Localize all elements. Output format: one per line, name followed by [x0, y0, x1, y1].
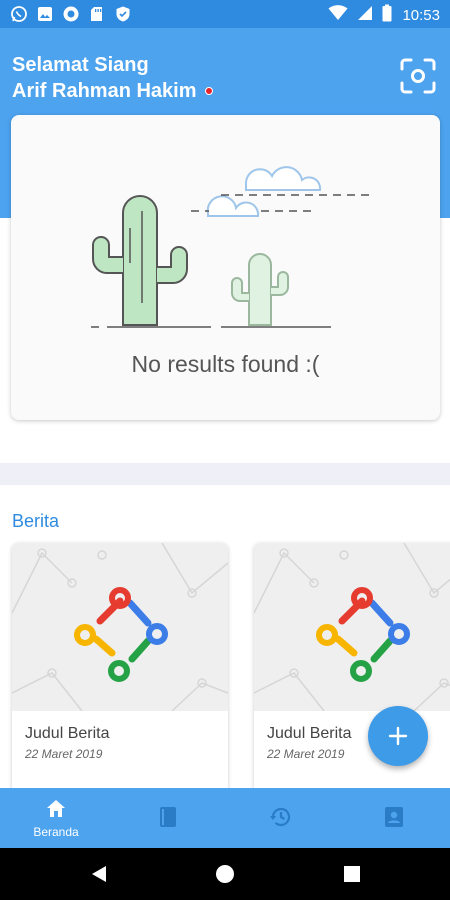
user-name: Arif Rahman Hakim	[12, 80, 197, 102]
news-logo-icon	[92, 597, 152, 663]
nav-item-book[interactable]	[112, 788, 224, 848]
home-circle-icon[interactable]	[215, 864, 235, 884]
status-bar: 10:53	[0, 0, 450, 28]
empty-state-message: No results found :(	[131, 351, 320, 377]
wifi-icon	[328, 4, 348, 27]
small-cactus	[231, 253, 289, 326]
nav-label: Beranda	[33, 825, 79, 839]
online-status-dot	[204, 87, 213, 95]
shield-icon	[114, 5, 132, 23]
news-card[interactable]: Judul Berita 22 Maret 2019	[12, 543, 228, 793]
news-image	[12, 543, 228, 712]
news-title: Judul Berita	[267, 725, 352, 742]
plus-icon	[388, 726, 408, 746]
system-navigation-bar	[0, 848, 450, 900]
image-app-icon	[36, 5, 54, 23]
news-logo-icon	[334, 597, 394, 663]
cactus-illustration	[91, 166, 371, 328]
scan-icon	[400, 58, 436, 94]
home-icon	[47, 800, 65, 817]
user-name-row: Arif Rahman Hakim	[12, 78, 213, 104]
status-time: 10:53	[402, 7, 440, 24]
notification-icons	[10, 5, 132, 23]
news-date: 22 Maret 2019	[25, 747, 103, 761]
greeting-text: Selamat Siang	[12, 54, 149, 76]
recents-icon[interactable]	[343, 865, 361, 883]
news-date: 22 Maret 2019	[267, 747, 345, 761]
news-title: Judul Berita	[25, 725, 110, 742]
contact-card-icon	[385, 807, 403, 827]
greeting-block: Selamat Siang Arif Rahman Hakim	[12, 52, 213, 104]
signal-icon	[356, 4, 374, 27]
add-fab-button[interactable]	[368, 706, 428, 766]
battery-icon	[382, 4, 392, 27]
nav-item-profile[interactable]	[338, 788, 450, 848]
news-image	[254, 543, 450, 712]
big-cactus	[92, 195, 188, 326]
whatsapp-icon	[10, 5, 28, 23]
nav-item-beranda[interactable]: Beranda	[0, 788, 112, 848]
book-icon	[160, 807, 176, 827]
bottom-navigation: Beranda	[0, 788, 450, 848]
news-section-title: Berita	[12, 511, 60, 531]
cloud-shapes	[206, 166, 322, 217]
circle-app-icon	[62, 5, 80, 23]
empty-state-card: No results found :(	[11, 115, 440, 420]
nav-item-history[interactable]	[225, 788, 337, 848]
back-icon[interactable]	[88, 863, 110, 885]
scan-button[interactable]	[400, 58, 436, 94]
system-status-icons: 10:53	[328, 4, 440, 27]
history-icon	[270, 807, 291, 827]
sd-card-icon	[88, 5, 106, 23]
section-divider	[0, 463, 450, 485]
